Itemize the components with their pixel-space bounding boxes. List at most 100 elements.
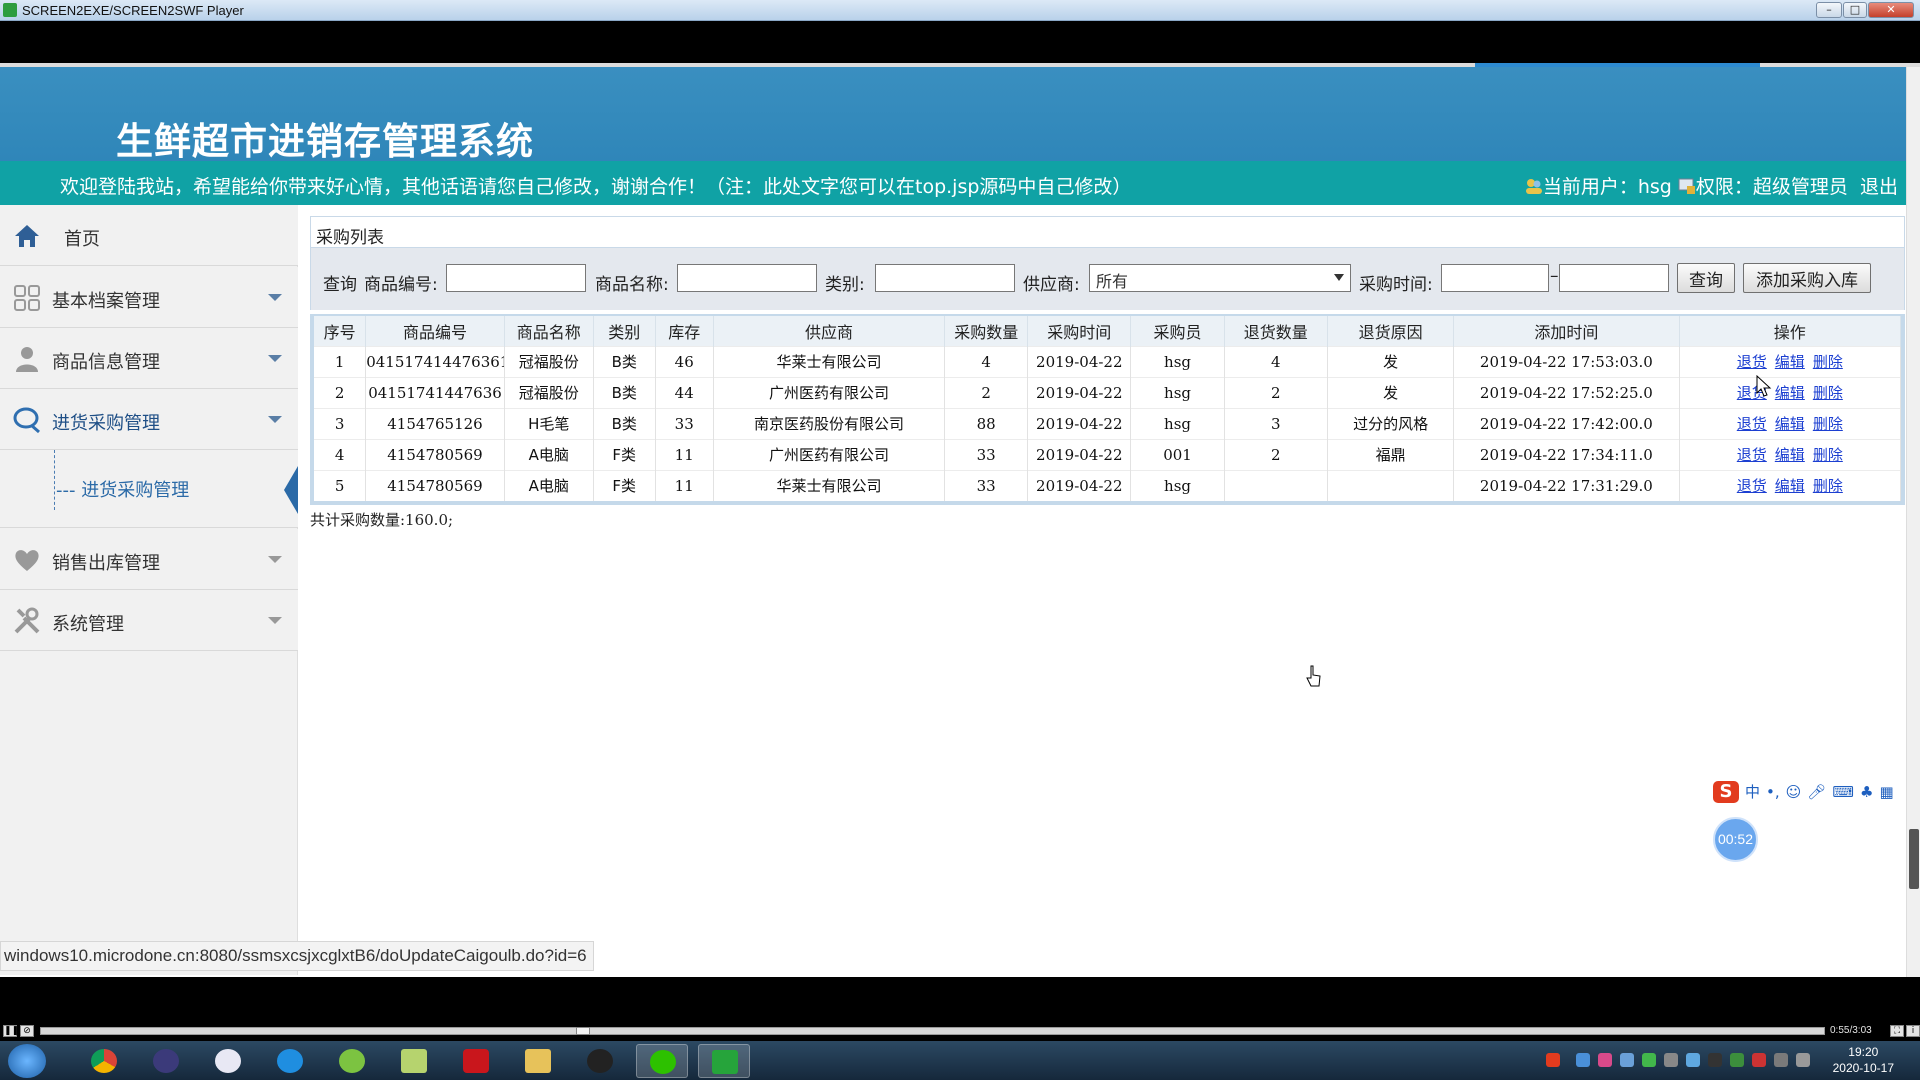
sidebar-item-label: 系统管理: [52, 614, 124, 635]
wechat-tray-icon[interactable]: [1642, 1053, 1656, 1067]
start-button[interactable]: [8, 1044, 46, 1078]
sidebar-item-archives[interactable]: 基本档案管理: [0, 267, 298, 328]
chevron-down-icon: [268, 416, 282, 423]
security-tray-icon[interactable]: [1730, 1053, 1744, 1067]
wechat-taskbar-button[interactable]: [636, 1044, 688, 1078]
table-cell: 2019-04-22 17:34:11.0: [1453, 438, 1680, 470]
actions-cell: 退货 编辑 删除: [1679, 469, 1902, 501]
qq-tray-icon[interactable]: [1708, 1053, 1722, 1067]
sidebar-item-purchasing[interactable]: 进货采购管理: [0, 389, 298, 450]
volume-mute-tray-icon[interactable]: [1752, 1053, 1766, 1067]
table-cell: [1224, 469, 1328, 501]
product-name-input[interactable]: [677, 264, 817, 292]
delete-link[interactable]: 删除: [1813, 384, 1843, 402]
logout-link[interactable]: 退出: [1860, 176, 1898, 198]
page-scrollbar[interactable]: [1906, 67, 1920, 977]
player-app-icon: [3, 3, 17, 17]
edit-link[interactable]: 编辑: [1775, 477, 1805, 495]
query-button[interactable]: 查询: [1677, 263, 1735, 293]
screen2swf-taskbar-button[interactable]: [698, 1044, 750, 1078]
ime-toolbar[interactable]: S 中 •, ☺ 🎤︎ ⌨ ♣ ▦: [1713, 781, 1894, 803]
table-cell: H毛笔: [504, 407, 594, 439]
pause-button[interactable]: ❚❚: [3, 1025, 19, 1037]
fullscreen-button[interactable]: ⛶: [1890, 1025, 1904, 1037]
close-button[interactable]: ✕: [1868, 2, 1914, 18]
return-link[interactable]: 退货: [1737, 446, 1767, 464]
display-tray-icon[interactable]: [1796, 1053, 1810, 1067]
category-input[interactable]: [875, 264, 1015, 292]
column-header: 类别: [593, 316, 656, 346]
photos-taskbar-button[interactable]: [202, 1044, 254, 1078]
sidebar-item-sales[interactable]: 销售出库管理: [0, 529, 298, 590]
browser-taskbar-button[interactable]: [264, 1044, 316, 1078]
table-cell: 2: [1224, 438, 1328, 470]
delete-link[interactable]: 删除: [1813, 415, 1843, 433]
purchase-time-start-input[interactable]: [1441, 264, 1549, 292]
microphone-icon[interactable]: 🎤︎: [1807, 783, 1826, 801]
notepad-taskbar-button[interactable]: [388, 1044, 440, 1078]
network-tray-icon[interactable]: [1576, 1053, 1590, 1067]
shield-tray-icon[interactable]: [1620, 1053, 1634, 1067]
sidebar-subitem-purchasing[interactable]: --- 进货采购管理: [0, 450, 298, 528]
progress-knob[interactable]: [576, 1027, 590, 1035]
punctuation-icon[interactable]: •,: [1766, 783, 1780, 801]
app-tray-icon[interactable]: [1598, 1053, 1612, 1067]
emoji-icon[interactable]: ☺: [1786, 783, 1802, 801]
eclipse-taskbar-button[interactable]: [140, 1044, 192, 1078]
delete-link[interactable]: 删除: [1813, 446, 1843, 464]
column-header: 商品名称: [504, 316, 594, 346]
flash-taskbar-button[interactable]: [450, 1044, 502, 1078]
supplier-select[interactable]: 所有: [1089, 264, 1351, 292]
sogou-tray-icon[interactable]: [1546, 1053, 1560, 1067]
speaker-tray-icon[interactable]: [1664, 1053, 1678, 1067]
battery-tray-icon[interactable]: [1686, 1053, 1700, 1067]
table-cell: 2: [944, 376, 1029, 408]
minimize-button[interactable]: –: [1816, 2, 1842, 18]
purchase-time-end-input[interactable]: [1559, 264, 1669, 292]
return-link[interactable]: 退货: [1737, 477, 1767, 495]
chat-icon: [13, 407, 40, 434]
maximize-button[interactable]: □: [1843, 2, 1867, 18]
info-button[interactable]: i: [1906, 1025, 1920, 1037]
chrome-taskbar-button[interactable]: [78, 1044, 130, 1078]
column-header: 序号: [314, 316, 367, 346]
sidebar-item-label: 商品信息管理: [52, 352, 160, 373]
sidebar-item-system[interactable]: 系统管理: [0, 590, 298, 651]
sogou-ime-icon[interactable]: S: [1713, 781, 1739, 803]
scrollbar-thumb[interactable]: [1909, 829, 1919, 889]
qq-taskbar-button[interactable]: [574, 1044, 626, 1078]
sidebar-item-products[interactable]: 商品信息管理: [0, 328, 298, 389]
product-code-input[interactable]: [446, 264, 586, 292]
table-cell: 46: [655, 345, 714, 377]
explorer-taskbar-button[interactable]: [512, 1044, 564, 1078]
flag-tray-icon[interactable]: [1774, 1053, 1788, 1067]
edit-link[interactable]: 编辑: [1775, 415, 1805, 433]
edit-link[interactable]: 编辑: [1775, 446, 1805, 464]
green-app-taskbar-button[interactable]: [326, 1044, 378, 1078]
grid-menu-icon[interactable]: ▦: [1879, 783, 1893, 801]
player-black-band: [0, 21, 1920, 67]
edit-link[interactable]: 编辑: [1775, 353, 1805, 371]
return-link[interactable]: 退货: [1737, 353, 1767, 371]
skin-icon[interactable]: ♣: [1860, 783, 1873, 801]
table-cell: 华莱士有限公司: [713, 345, 946, 377]
stop-button[interactable]: ⊘: [20, 1025, 34, 1037]
taskbar-clock[interactable]: 19:20 2020-10-17: [1833, 1044, 1894, 1076]
add-purchase-button[interactable]: 添加采购入库: [1743, 263, 1871, 293]
table-cell: 2019-04-22 17:42:00.0: [1453, 407, 1680, 439]
user-info: 当前用户：hsg 权限：超级管理员 退出: [1525, 172, 1898, 199]
delete-link[interactable]: 删除: [1813, 477, 1843, 495]
progress-bar[interactable]: [40, 1027, 1825, 1035]
sidebar-item-home[interactable]: 首页: [0, 205, 298, 266]
edit-link[interactable]: 编辑: [1775, 384, 1805, 402]
keyboard-icon[interactable]: ⌨: [1832, 783, 1854, 801]
delete-link[interactable]: 删除: [1813, 353, 1843, 371]
ime-language-toggle[interactable]: 中: [1745, 781, 1760, 802]
column-header: 退货数量: [1224, 316, 1328, 346]
return-link[interactable]: 退货: [1737, 415, 1767, 433]
table-cell: hsg: [1130, 345, 1225, 377]
permission-icon: [1678, 178, 1695, 194]
recording-timer-bubble[interactable]: 00:52: [1713, 817, 1758, 862]
table-cell: 发: [1327, 345, 1455, 377]
current-user-label: 当前用户：: [1542, 176, 1638, 198]
